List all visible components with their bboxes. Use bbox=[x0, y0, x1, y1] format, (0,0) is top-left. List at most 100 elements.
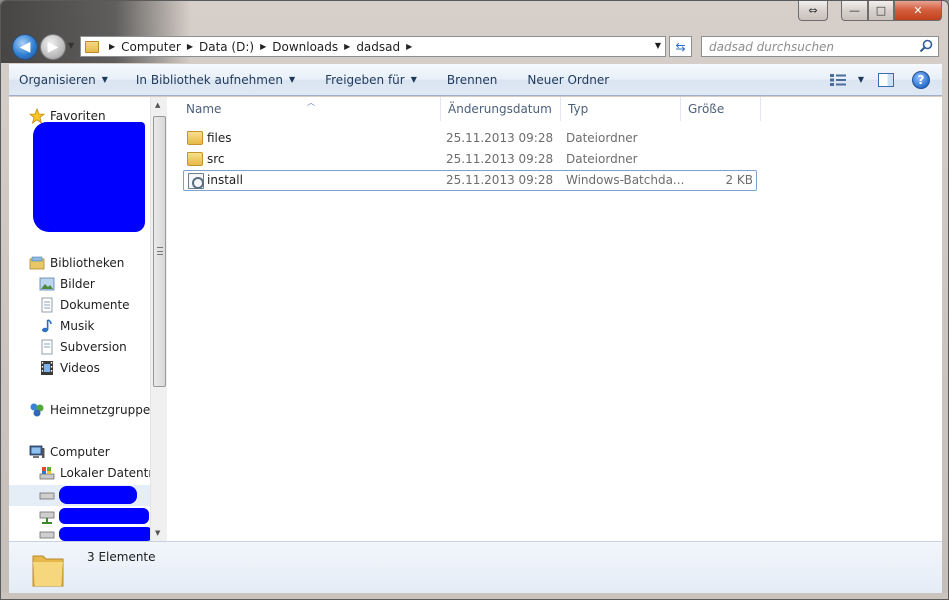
breadcrumb-data-drive[interactable]: Data (D:) bbox=[199, 40, 254, 54]
scrollbar-thumb[interactable] bbox=[153, 116, 166, 387]
file-row[interactable]: files 25.11.2013 09:28 Dateiordner bbox=[183, 128, 757, 149]
command-bar: Organisieren ▼ In Bibliothek aufnehmen ▼… bbox=[9, 64, 942, 96]
batch-file-icon bbox=[188, 173, 204, 189]
file-size: 2 KB bbox=[725, 173, 753, 187]
nav-pictures[interactable]: Bilder bbox=[39, 274, 95, 294]
folder-icon bbox=[85, 40, 99, 53]
share-with-button[interactable]: Freigeben für ▼ bbox=[316, 64, 426, 95]
subversion-library-icon bbox=[41, 339, 53, 355]
folder-icon bbox=[187, 131, 203, 145]
chevron-down-icon: ▼ bbox=[101, 75, 108, 84]
folder-icon bbox=[32, 555, 64, 587]
column-header-name[interactable]: Name bbox=[179, 97, 441, 121]
nav-subversion[interactable]: Subversion bbox=[39, 337, 127, 357]
music-icon bbox=[42, 319, 52, 333]
homegroup-icon bbox=[30, 403, 44, 417]
new-folder-button[interactable]: Neuer Ordner bbox=[518, 64, 618, 95]
file-type: Windows-Batchda... bbox=[566, 173, 685, 187]
forward-button[interactable]: ▶ bbox=[40, 34, 66, 60]
column-header-modified[interactable]: Änderungsdatum bbox=[441, 97, 561, 121]
breadcrumb-downloads[interactable]: Downloads bbox=[272, 40, 338, 54]
nav-label: Computer bbox=[50, 445, 110, 459]
share-with-label: Freigeben für bbox=[325, 72, 405, 87]
arrow-right-icon: ▶ bbox=[47, 39, 59, 55]
file-row-selected[interactable]: install 25.11.2013 09:28 Windows-Batchda… bbox=[183, 170, 757, 191]
search-box[interactable] bbox=[701, 36, 939, 57]
help-icon[interactable]: ? bbox=[912, 70, 930, 89]
change-view-icon[interactable] bbox=[829, 73, 846, 86]
explorer-window: ⇔ — □ ✕ ◀ ▶ ▼ ▶ Computer ▶ Data (D:) ▶ D… bbox=[0, 0, 949, 600]
navigation-pane: Favoriten Bibliotheken Bilder Dokumente bbox=[9, 97, 150, 541]
nav-label: Bibliotheken bbox=[50, 256, 125, 270]
chevron-down-icon: ▼ bbox=[288, 75, 296, 84]
back-button[interactable]: ◀ bbox=[12, 34, 38, 60]
search-input[interactable] bbox=[709, 39, 914, 54]
file-name: install bbox=[207, 173, 243, 187]
navigation-scrollbar[interactable]: ▲ ▼ bbox=[150, 97, 167, 541]
chevron-down-icon: ▼ bbox=[410, 75, 417, 84]
nav-libraries[interactable]: Bibliotheken bbox=[29, 253, 124, 273]
search-icon[interactable] bbox=[919, 39, 933, 53]
nav-label: Lokaler Datenträger bbox=[60, 466, 150, 480]
scroll-up-icon[interactable]: ▲ bbox=[155, 101, 160, 109]
file-type: Dateiordner bbox=[566, 152, 638, 166]
drive-icon bbox=[39, 492, 55, 500]
column-header-type[interactable]: Typ bbox=[561, 97, 681, 121]
organize-label: Organisieren bbox=[19, 72, 96, 87]
scrollbar-grip-icon bbox=[157, 247, 163, 255]
address-history-dropdown-icon[interactable]: ▼ bbox=[655, 41, 661, 50]
breadcrumb-separator-icon[interactable]: ▶ bbox=[406, 42, 412, 51]
breadcrumb-separator-icon[interactable]: ▶ bbox=[187, 42, 193, 51]
file-name: files bbox=[207, 131, 232, 145]
network-drive-icon bbox=[39, 511, 55, 524]
breadcrumb-computer[interactable]: Computer bbox=[121, 40, 181, 54]
arrow-left-icon: ◀ bbox=[19, 39, 31, 55]
nav-videos[interactable]: Videos bbox=[39, 358, 100, 378]
nav-local-disk[interactable]: Lokaler Datenträger bbox=[39, 463, 150, 483]
file-modified: 25.11.2013 09:28 bbox=[446, 173, 554, 187]
nav-label: Heimnetzgruppe bbox=[50, 403, 150, 417]
organize-button[interactable]: Organisieren ▼ bbox=[9, 64, 117, 95]
file-type: Dateiordner bbox=[566, 131, 638, 145]
file-name: src bbox=[207, 152, 225, 166]
window-frame-bottom bbox=[1, 593, 948, 599]
breadcrumb-separator-icon[interactable]: ▶ bbox=[109, 42, 115, 51]
breadcrumb-separator-icon[interactable]: ▶ bbox=[344, 42, 350, 51]
column-header-size[interactable]: Größe bbox=[681, 97, 761, 121]
file-row[interactable]: src 25.11.2013 09:28 Dateiordner bbox=[183, 149, 757, 170]
preview-pane-icon[interactable] bbox=[878, 72, 894, 87]
refresh-button[interactable]: ⇆ bbox=[669, 36, 692, 57]
nav-label: Videos bbox=[60, 361, 100, 375]
redacted-region bbox=[59, 527, 150, 541]
command-bar-right: ▼ ? bbox=[829, 64, 942, 95]
breadcrumb-dadsad[interactable]: dadsad bbox=[356, 40, 400, 54]
minimize-button[interactable]: — bbox=[841, 1, 868, 21]
network-drive-icon bbox=[39, 531, 55, 539]
nav-label: Dokumente bbox=[60, 298, 130, 312]
nav-computer[interactable]: Computer bbox=[29, 442, 110, 462]
file-modified: 25.11.2013 09:28 bbox=[446, 152, 554, 166]
refresh-icon: ⇆ bbox=[675, 39, 686, 54]
nav-label: Musik bbox=[60, 319, 95, 333]
maximize-button[interactable]: □ bbox=[868, 1, 894, 21]
computer-icon bbox=[29, 445, 45, 458]
nav-homegroup[interactable]: Heimnetzgruppe bbox=[29, 400, 150, 420]
breadcrumb-separator-icon[interactable]: ▶ bbox=[260, 42, 266, 51]
nav-label: Favoriten bbox=[50, 109, 106, 123]
window-arrange-button[interactable]: ⇔ bbox=[798, 1, 828, 21]
include-in-library-button[interactable]: In Bibliothek aufnehmen ▼ bbox=[127, 64, 304, 95]
burn-button[interactable]: Brennen bbox=[438, 64, 506, 95]
redacted-region bbox=[59, 508, 149, 524]
library-icon bbox=[29, 256, 45, 270]
address-bar[interactable]: ▶ Computer ▶ Data (D:) ▶ Downloads ▶ dad… bbox=[80, 36, 666, 57]
nav-label: Subversion bbox=[60, 340, 127, 354]
scroll-down-icon[interactable]: ▼ bbox=[155, 529, 160, 537]
close-button[interactable]: ✕ bbox=[894, 1, 942, 21]
view-options-dropdown-icon[interactable]: ▼ bbox=[858, 75, 864, 84]
include-in-library-label: In Bibliothek aufnehmen bbox=[135, 72, 283, 87]
nav-label: Bilder bbox=[60, 277, 95, 291]
nav-music[interactable]: Musik bbox=[39, 316, 95, 336]
recent-pages-dropdown-icon[interactable]: ▼ bbox=[68, 41, 74, 50]
nav-documents[interactable]: Dokumente bbox=[39, 295, 130, 315]
videos-icon bbox=[41, 361, 53, 375]
